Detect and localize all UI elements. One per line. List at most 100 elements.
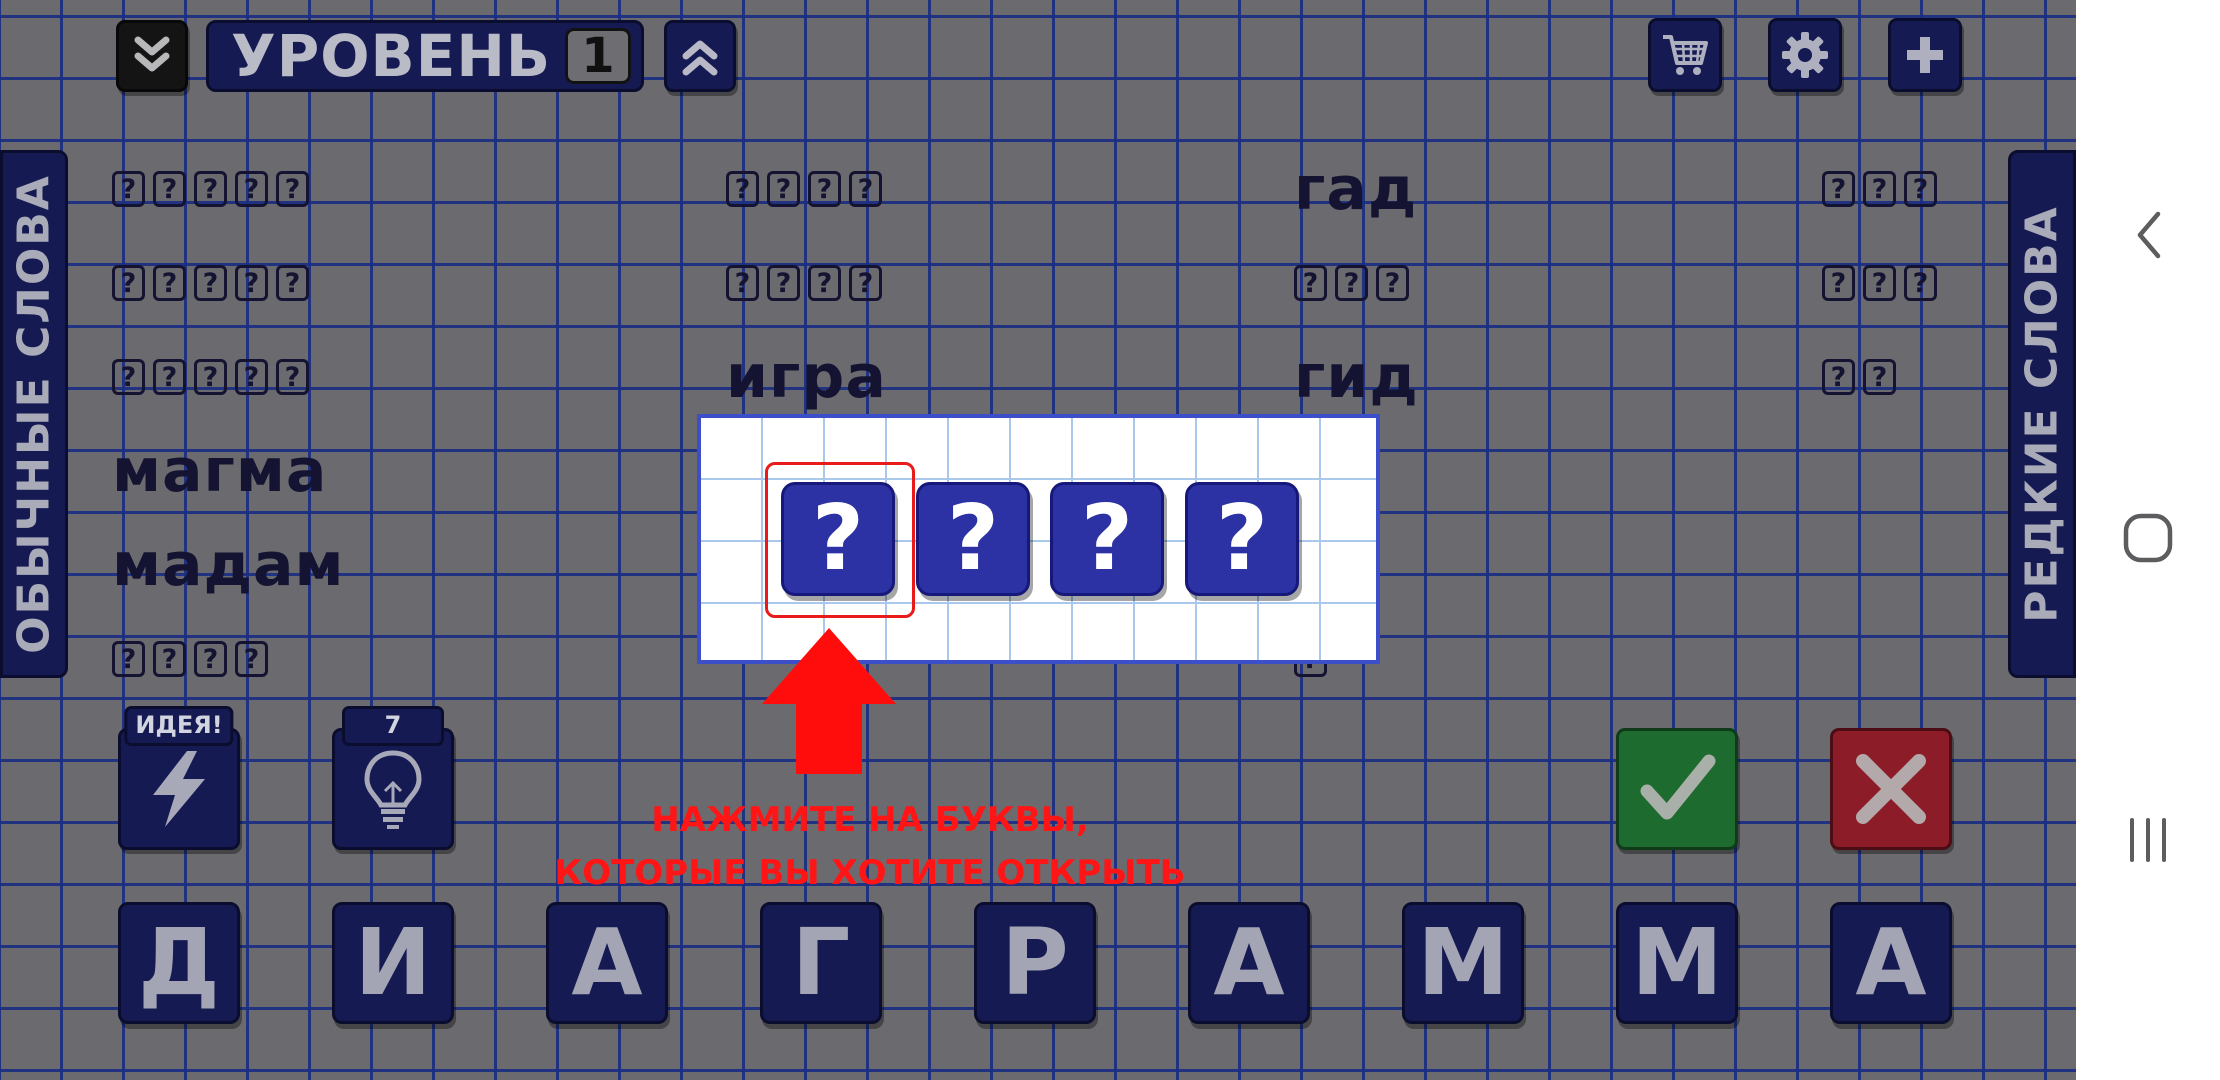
letter-key[interactable]: А [1830,902,1952,1024]
popup-letter-tile[interactable]: ? [916,482,1030,596]
hidden-letter-box: ? [1904,265,1937,301]
letter-key[interactable]: И [332,902,454,1024]
popup-letter-tile[interactable]: ? [1050,482,1164,596]
cart-icon [1663,35,1708,75]
hidden-letter-box: ? [726,171,759,207]
hidden-letter-box: ? [194,359,227,395]
hidden-letter-box: ? [1863,265,1896,301]
hidden-letter-box: ? [1822,171,1855,207]
letter-key[interactable]: А [546,902,668,1024]
found-word: магма [112,436,328,506]
hidden-letter-box: ? [808,265,841,301]
common-words-tab[interactable]: ОБЫЧНЫЕ СЛОВА [0,150,68,678]
hidden-letter-box: ? [194,265,227,301]
hidden-letter-box: ? [767,265,800,301]
cancel-button[interactable] [1830,728,1952,850]
recents-icon[interactable] [2126,816,2170,864]
popup-letter-tile[interactable]: ? [781,482,895,596]
hidden-letter-box: ? [726,265,759,301]
letter-key[interactable]: Г [760,902,882,1024]
letter-key[interactable]: Д [118,902,240,1024]
letter-key[interactable]: М [1616,902,1738,1024]
hidden-letter-box: ? [808,171,841,207]
word-column-4: ???????? [1822,142,1945,424]
hidden-letter-box: ? [235,265,268,301]
hidden-letter-box: ? [235,641,268,677]
idea-button[interactable]: ИДЕЯ! [118,706,240,850]
settings-button[interactable] [1768,18,1842,92]
word-row: ????? [112,330,345,424]
game-screen: УРОВЕНЬ 1 ОБЫЧНЫЕ СЛОВА РЕДКИЕ СЛОВА ? ?… [0,0,2076,1080]
word-row: ???? [726,142,890,236]
hidden-letter-box: ? [276,171,309,207]
found-word: мадам [112,530,345,600]
hint-line-2: КОТОРЫЕ ВЫ ХОТИТЕ ОТКРЫТЬ [554,853,1186,893]
hint-count-badge: 7 [342,706,444,746]
found-word: гид [1294,342,1419,412]
system-nav-bar [2076,0,2220,1080]
hidden-letter-box: ? [1863,359,1896,395]
hidden-letter-box: ? [276,265,309,301]
word-row: ???? [112,612,345,706]
level-number: 1 [565,28,631,84]
double-chevron-down-icon [134,36,170,72]
rare-words-tab[interactable]: РЕДКИЕ СЛОВА [2008,150,2076,678]
hint-bulb-button[interactable]: 7 [332,706,454,850]
hidden-letter-box: ? [153,265,186,301]
word-row: ?? [1822,330,1945,424]
hidden-letter-box: ? [849,265,882,301]
word-row: игра [726,330,890,424]
word-column-2: ???????? игра [726,142,890,424]
word-row: гад [1294,142,1419,236]
hidden-letter-box: ? [767,171,800,207]
hidden-letter-box: ? [1376,265,1409,301]
arrow-up-icon [762,628,896,774]
hidden-letter-box: ? [235,359,268,395]
cross-icon [1856,754,1926,824]
hidden-letter-box: ? [849,171,882,207]
level-indicator: УРОВЕНЬ 1 [206,20,644,92]
gear-icon [1782,32,1828,78]
idea-badge: ИДЕЯ! [124,706,234,746]
plus-icon [1907,37,1943,73]
word-row: магма [112,424,345,518]
level-down-button[interactable] [116,20,188,92]
level-label: УРОВЕНЬ [231,22,552,90]
hidden-letter-box: ? [194,641,227,677]
hint-message: НАЖМИТЕ НА БУКВЫ, КОТОРЫЕ ВЫ ХОТИТЕ ОТКР… [520,794,1220,900]
home-icon[interactable] [2122,512,2174,564]
lightning-icon [153,751,205,827]
back-icon[interactable] [2132,210,2166,260]
level-up-button[interactable] [664,20,736,92]
word-row: мадам [112,518,345,612]
word-row: ????? [112,142,345,236]
hint-line-1: НАЖМИТЕ НА БУКВЫ, [651,800,1089,840]
hidden-letter-box: ? [1904,171,1937,207]
letter-key[interactable]: А [1188,902,1310,1024]
hidden-letter-box: ? [194,171,227,207]
hidden-letter-box: ? [1822,265,1855,301]
hidden-letter-box: ? [276,359,309,395]
checkmark-icon [1640,754,1716,820]
hidden-letter-box: ? [112,641,145,677]
hidden-letter-box: ? [1863,171,1896,207]
popup-letter-tile[interactable]: ? [1185,482,1299,596]
confirm-button[interactable] [1616,728,1738,850]
word-row: гид [1294,330,1419,424]
letter-key[interactable]: Р [974,902,1096,1024]
hidden-letter-box: ? [153,359,186,395]
hidden-letter-box: ? [112,265,145,301]
common-words-tab-label: ОБЫЧНЫЕ СЛОВА [8,174,60,654]
hidden-letter-box: ? [112,359,145,395]
letter-key[interactable]: М [1402,902,1524,1024]
add-button[interactable] [1888,18,1962,92]
word-row: ????? [112,236,345,330]
rare-words-tab-label: РЕДКИЕ СЛОВА [2016,205,2068,623]
word-row: ??? [1822,142,1945,236]
hidden-letter-box: ? [1335,265,1368,301]
word-column-1: ??????????????? магма мадам???? [112,142,345,706]
reveal-letters-popup: ? ? ? ? [697,414,1380,664]
shop-button[interactable] [1648,18,1722,92]
hidden-letter-box: ? [1822,359,1855,395]
word-row: ???? [726,236,890,330]
